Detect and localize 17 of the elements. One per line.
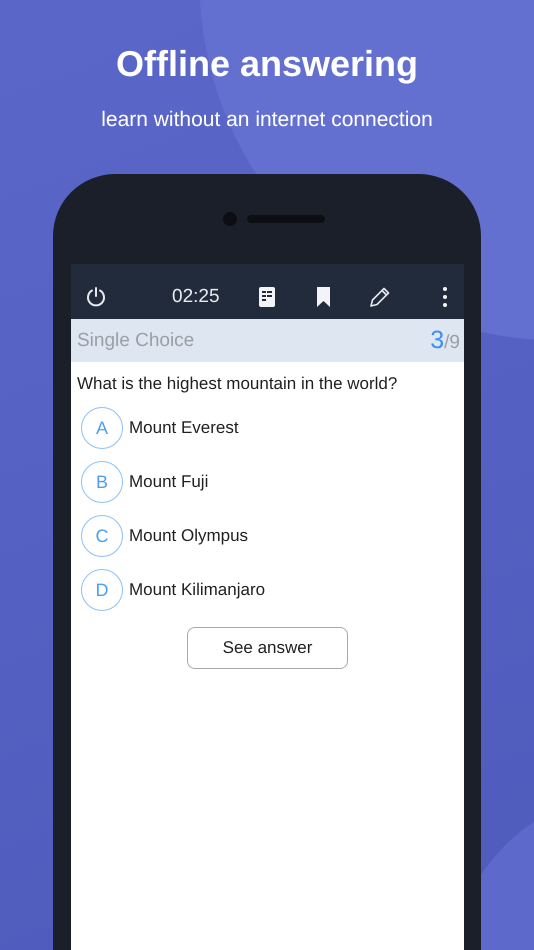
current-number: 3 xyxy=(430,326,444,355)
question-type: Single Choice xyxy=(77,330,194,352)
option-text[interactable]: Mount Kilimanjaro xyxy=(129,580,266,600)
option-text[interactable]: Mount Olympus xyxy=(129,526,248,546)
document-icon[interactable] xyxy=(258,286,275,306)
power-icon[interactable] xyxy=(85,286,107,308)
timer: 02:25 xyxy=(172,286,220,308)
option-text[interactable]: Mount Fuji xyxy=(129,472,208,492)
headline-title: Offline answering xyxy=(116,42,418,86)
headline-subtitle: learn without an internet connection xyxy=(101,107,433,133)
total-count: /9 xyxy=(444,332,460,354)
bookmark-icon[interactable] xyxy=(316,286,330,306)
option-text[interactable]: Mount Everest xyxy=(129,418,239,438)
question-text: What is the highest mountain in the world? xyxy=(76,373,398,394)
see-answer-button[interactable]: See answer xyxy=(187,627,348,669)
pencil-icon[interactable] xyxy=(368,286,391,308)
more-icon[interactable] xyxy=(442,286,447,306)
